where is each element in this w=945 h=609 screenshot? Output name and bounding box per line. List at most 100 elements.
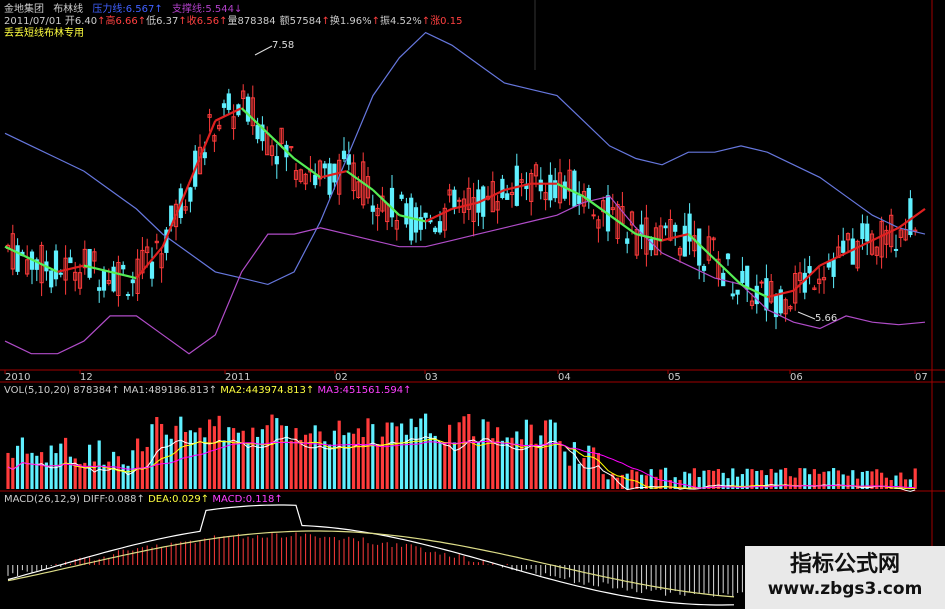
volume-bar bbox=[169, 438, 173, 489]
volume-bar bbox=[433, 435, 437, 489]
x-tick-label: 2010 bbox=[5, 372, 31, 383]
volume-bar bbox=[299, 439, 303, 489]
candle-body bbox=[740, 270, 745, 283]
change-text: 涨0.15 bbox=[430, 16, 463, 27]
candle-body bbox=[759, 281, 764, 284]
x-tick-label: 06 bbox=[790, 372, 803, 383]
volume-bar bbox=[332, 430, 336, 489]
candle-body bbox=[908, 198, 913, 236]
candle-body bbox=[841, 240, 846, 253]
x-tick-label: 12 bbox=[80, 372, 93, 383]
volume-bar bbox=[683, 471, 687, 489]
volume-bar bbox=[395, 426, 399, 489]
volume-bar bbox=[414, 427, 418, 489]
volume-bar bbox=[35, 455, 39, 489]
watermark-title: 指标公式网 bbox=[789, 552, 900, 577]
volume-bar bbox=[596, 452, 600, 489]
volume-bar bbox=[563, 451, 567, 489]
candle-body bbox=[327, 163, 332, 195]
candle-body bbox=[274, 156, 279, 165]
volume-bar bbox=[313, 425, 317, 489]
volume-bar bbox=[270, 414, 274, 489]
volume-bar bbox=[208, 419, 212, 489]
volume-bar bbox=[284, 425, 288, 489]
x-tick-label: 04 bbox=[558, 372, 571, 383]
volume-bar bbox=[476, 441, 480, 489]
high-leader bbox=[254, 45, 273, 56]
volume-bar bbox=[251, 427, 255, 489]
volume-bar bbox=[40, 452, 44, 489]
volume-bar bbox=[841, 474, 845, 489]
amplitude-text: 振4.52% bbox=[380, 16, 422, 27]
volume-bar bbox=[400, 423, 404, 489]
diff-line bbox=[7, 504, 735, 606]
candle-body bbox=[322, 163, 327, 169]
volume-bar bbox=[140, 451, 144, 489]
volume-bar bbox=[164, 434, 168, 489]
candle-body bbox=[682, 225, 687, 257]
volume-bar bbox=[217, 415, 221, 489]
candle-body bbox=[701, 265, 707, 271]
volume-bar bbox=[265, 425, 269, 489]
volume-bar bbox=[616, 477, 620, 489]
volume-bar bbox=[289, 440, 293, 489]
header-line1: 金地集团 布林线 压力线:6.567↑ 支撑线:5.544↓ bbox=[4, 4, 243, 15]
candle-body bbox=[548, 174, 553, 201]
candle-body bbox=[15, 245, 20, 272]
candle-body bbox=[500, 178, 505, 199]
x-tick-label: 03 bbox=[425, 372, 438, 383]
volume-bar bbox=[524, 419, 528, 489]
candle-body bbox=[437, 221, 443, 233]
x-tick-label: 02 bbox=[335, 372, 348, 383]
volume-bar bbox=[793, 477, 797, 489]
volume-ma-line bbox=[7, 438, 916, 490]
macd-macd: MACD:0.118 bbox=[212, 494, 275, 505]
volume-bar bbox=[112, 451, 116, 489]
candle-body bbox=[202, 152, 207, 159]
volume-bar bbox=[366, 418, 370, 489]
volume-bar bbox=[601, 474, 605, 489]
volume-bar bbox=[11, 457, 15, 489]
date-text: 2011/07/01 bbox=[4, 16, 62, 27]
volume-bar bbox=[822, 471, 826, 489]
indicator-name: 布林线 bbox=[53, 4, 84, 15]
volume-bar bbox=[308, 433, 312, 489]
candle-body bbox=[807, 266, 812, 274]
volume-bar bbox=[107, 461, 111, 489]
mid-band-segment bbox=[871, 226, 900, 242]
support-label: 支撑线: bbox=[171, 4, 206, 15]
macd-label: MACD(26,12,9) bbox=[4, 494, 80, 505]
macd-dea: DEA:0.029 bbox=[148, 494, 201, 505]
low-leader bbox=[797, 311, 816, 320]
volume-bar bbox=[635, 471, 639, 489]
volume-bar bbox=[539, 435, 543, 489]
volume-bar bbox=[179, 416, 183, 489]
mid-band-segment bbox=[635, 233, 663, 242]
volume-bar bbox=[54, 453, 58, 489]
macd-header: MACD(26,12,9) DIFF:0.088↑ DEA:0.029↑ MAC… bbox=[4, 494, 283, 505]
header-line2: 2011/07/01 开6.40↑高6.66↑低6.37↑收6.56↑量8783… bbox=[4, 16, 463, 27]
volume-bar bbox=[688, 473, 692, 489]
candle-body bbox=[68, 257, 73, 264]
volume-bar bbox=[553, 422, 557, 489]
volume-bar bbox=[198, 427, 202, 489]
x-tick-label: 05 bbox=[668, 372, 681, 383]
volume-bar bbox=[558, 441, 562, 489]
candle-body bbox=[130, 279, 135, 284]
volume-bar bbox=[174, 425, 178, 489]
volume-bar bbox=[913, 468, 917, 489]
volume-bar bbox=[534, 443, 538, 489]
candle-body bbox=[370, 205, 375, 212]
low-annotation: 5.66 bbox=[815, 313, 838, 324]
volume-bar bbox=[846, 475, 850, 489]
candle-body bbox=[111, 266, 116, 292]
macd-diff: DIFF:0.088 bbox=[83, 494, 137, 505]
volume-bar bbox=[212, 426, 216, 489]
stock-chart bbox=[0, 0, 945, 609]
candle-body bbox=[245, 96, 251, 122]
candle-body bbox=[149, 261, 155, 279]
candle-body bbox=[87, 248, 92, 278]
volume-bar bbox=[827, 471, 831, 489]
candle-body bbox=[831, 259, 836, 277]
volume-bar bbox=[486, 421, 490, 489]
